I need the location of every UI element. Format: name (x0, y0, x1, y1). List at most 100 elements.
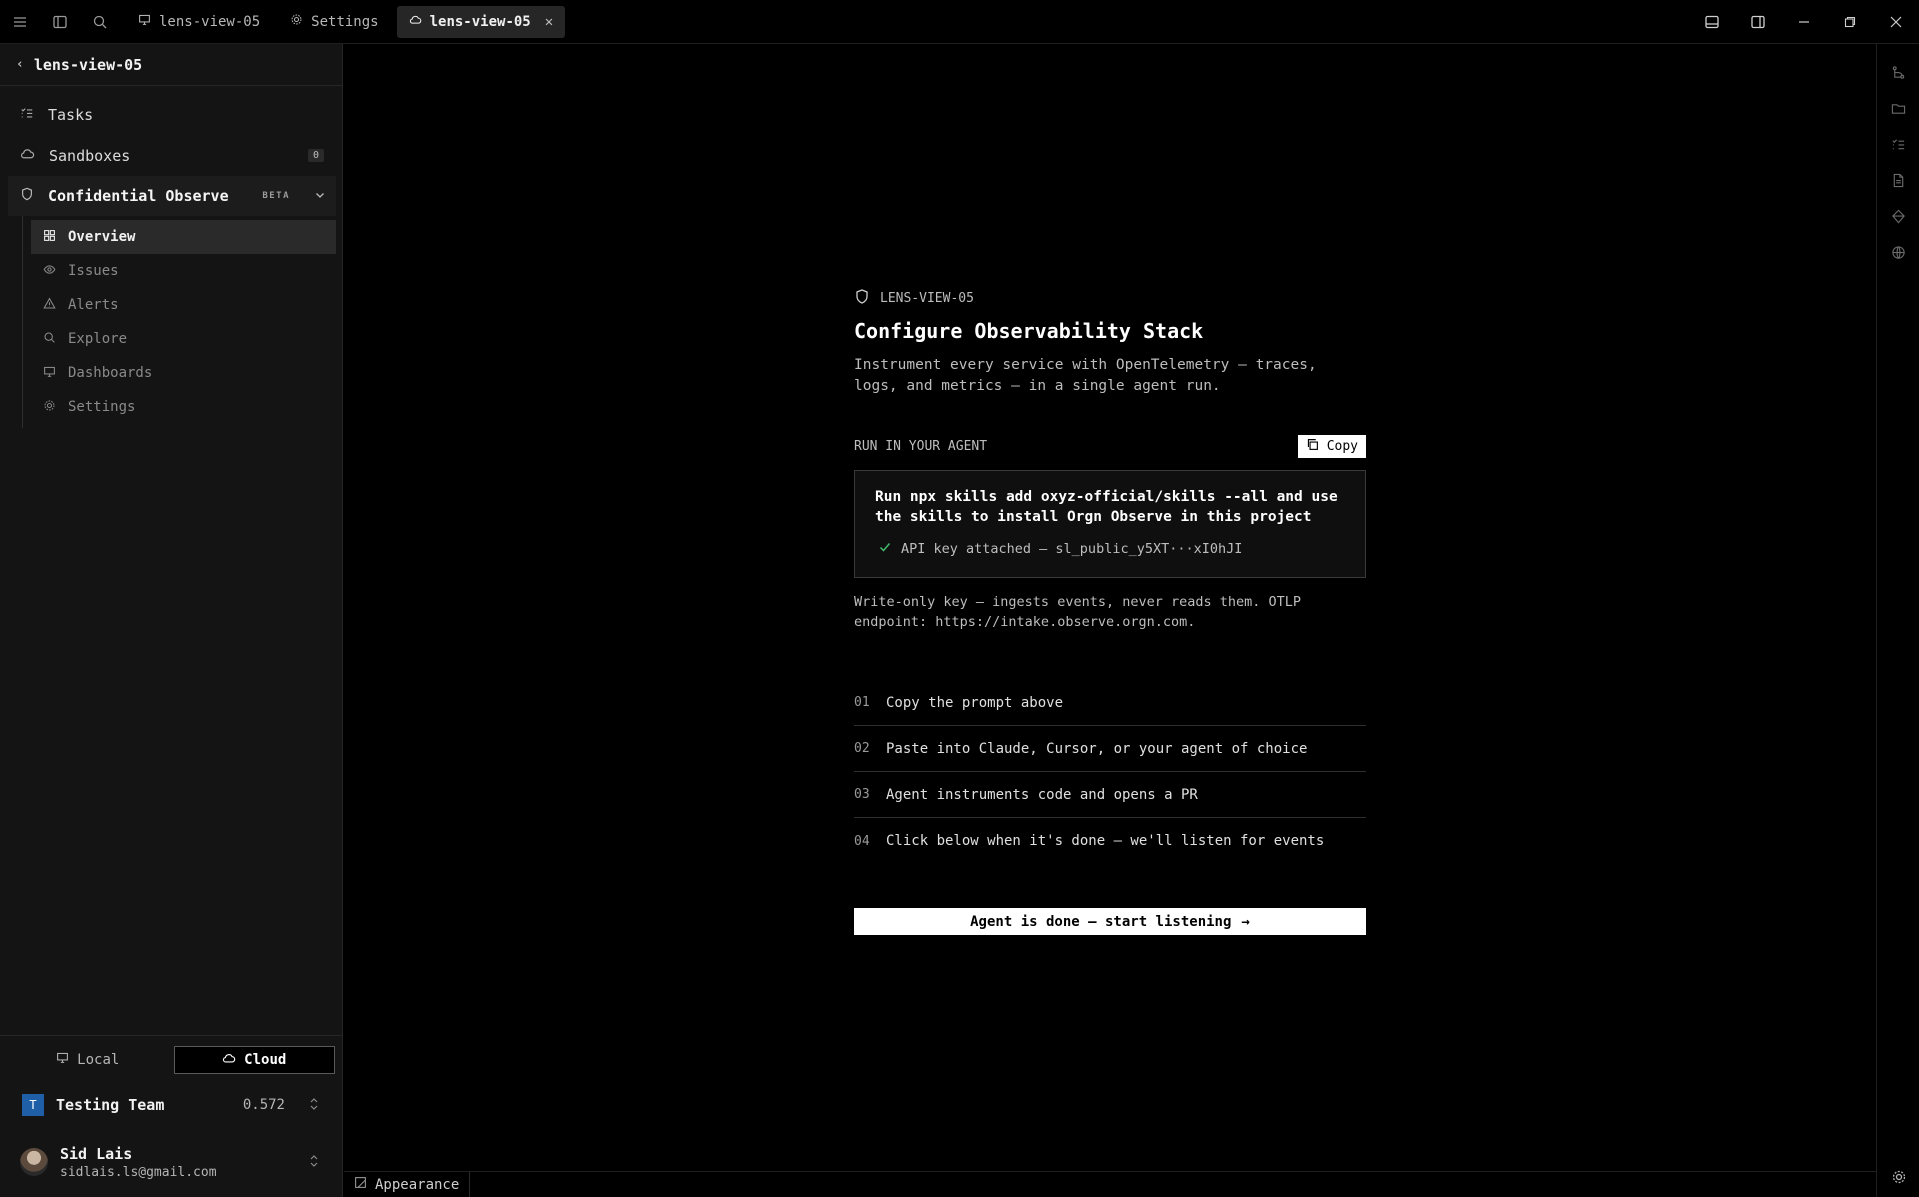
local-cloud-toggle: Local Cloud (0, 1035, 343, 1083)
chevron-left-icon[interactable]: ‹ (16, 57, 24, 72)
title-bar: lens-view-05 Settings lens-view-05 ✕ (0, 0, 1919, 44)
group-label: Confidential Observe (48, 187, 229, 205)
user-name: Sid Lais (60, 1144, 133, 1163)
sub-item-label: Overview (68, 229, 136, 245)
warning-icon (43, 297, 56, 314)
monitor-icon (56, 1051, 69, 1068)
sidebar: ‹ lens-view-05 Tasks Sandboxes 0 Confide… (0, 44, 343, 1197)
team-switcher[interactable]: T Testing Team 0.572 (0, 1083, 343, 1127)
sub-item-label: Dashboards (68, 365, 153, 381)
sidebar-back-header[interactable]: ‹ lens-view-05 (0, 44, 342, 86)
step-text: Paste into Claude, Cursor, or your agent… (886, 740, 1308, 757)
step-text: Agent instruments code and opens a PR (886, 786, 1198, 803)
gear-icon (290, 13, 303, 30)
agent-prompt-box[interactable]: Run npx skills add oxyz-official/skills … (854, 470, 1366, 578)
cloud-option[interactable]: Cloud (173, 1045, 335, 1074)
sidebar-item-dashboards[interactable]: Dashboards (31, 356, 336, 390)
sidebar-toggle-icon[interactable] (40, 0, 80, 44)
steps-list: 01 Copy the prompt above 02 Paste into C… (854, 680, 1366, 864)
list-item: 02 Paste into Claude, Cursor, or your ag… (854, 726, 1366, 772)
copy-button[interactable]: Copy (1297, 435, 1366, 458)
sub-item-label: Issues (68, 263, 119, 279)
bottom-panel-toggle-icon[interactable] (1689, 0, 1735, 44)
user-menu[interactable]: Sid Lais sidlais.ls@gmail.com (0, 1127, 343, 1197)
tab-lens-view-05-cloud[interactable]: lens-view-05 ✕ (396, 5, 566, 38)
local-label: Local (77, 1051, 120, 1068)
document-icon[interactable] (1877, 162, 1919, 198)
tab-label: lens-view-05 (429, 13, 531, 30)
cloud-icon (20, 146, 35, 165)
step-number: 01 (854, 695, 870, 710)
grid-icon (43, 229, 56, 246)
git-branch-icon[interactable] (1877, 54, 1919, 90)
team-value: 0.572 (242, 1097, 285, 1113)
restore-icon[interactable] (1827, 0, 1873, 44)
search-icon (43, 331, 56, 348)
project-eyebrow: LENS-VIEW-05 (880, 291, 974, 306)
observe-subnav: Overview Issues Alerts Explore Dashboard… (22, 216, 342, 428)
chevron-updown-icon[interactable] (309, 1097, 319, 1114)
list-item: 04 Click below when it's done — we'll li… (854, 818, 1366, 864)
appearance-button[interactable]: Appearance (344, 1171, 471, 1197)
sidebar-group-confidential-observe[interactable]: Confidential Observe BETA (8, 176, 336, 216)
tab-lens-view-05-local[interactable]: lens-view-05 (126, 6, 272, 38)
tab-label: Settings (311, 13, 379, 30)
appearance-label: Appearance (375, 1176, 460, 1193)
team-avatar: T (22, 1094, 44, 1116)
shield-icon (854, 288, 870, 309)
chevron-updown-icon[interactable] (309, 1154, 319, 1171)
close-window-icon[interactable] (1873, 0, 1919, 44)
sidebar-item-overview[interactable]: Overview (31, 220, 336, 254)
page-description: Instrument every service with OpenTeleme… (854, 357, 1317, 394)
run-in-agent-label: RUN IN YOUR AGENT (854, 439, 988, 454)
user-email: sidlais.ls@gmail.com (60, 1164, 217, 1180)
cloud-icon (222, 1051, 236, 1069)
copy-icon (1306, 438, 1319, 455)
sidebar-item-label: Tasks (48, 105, 94, 124)
tab-settings[interactable]: Settings (278, 6, 390, 38)
settings-gear-icon[interactable] (1877, 1159, 1919, 1195)
monitor-icon (43, 365, 56, 382)
tasks-icon[interactable] (1877, 126, 1919, 162)
sidebar-item-settings[interactable]: Settings (31, 390, 336, 424)
tasks-icon (20, 106, 34, 124)
observability-setup-panel: LENS-VIEW-05 Configure Observability Sta… (854, 288, 1366, 935)
sidebar-item-sandboxes[interactable]: Sandboxes 0 (0, 135, 342, 176)
arrow-right-icon: → (1241, 913, 1250, 930)
sidebar-item-alerts[interactable]: Alerts (31, 288, 336, 322)
step-number: 02 (854, 741, 870, 756)
page-title: Configure Observability Stack (854, 319, 1204, 343)
sandbox-count-badge: 0 (307, 149, 324, 162)
endpoint-note: Write-only key — ingests events, never r… (854, 594, 1302, 630)
close-icon[interactable]: ✕ (545, 14, 553, 30)
shield-icon (20, 187, 34, 205)
avatar (20, 1148, 48, 1176)
start-listening-button[interactable]: Agent is done — start listening → (854, 908, 1366, 935)
menu-icon[interactable] (0, 0, 40, 44)
sidebar-item-tasks[interactable]: Tasks (0, 94, 342, 135)
minimize-icon[interactable] (1781, 0, 1827, 44)
api-key-status: API key attached — sl_public_y5XT···xI0h… (901, 541, 1243, 557)
step-number: 03 (854, 787, 870, 802)
search-icon[interactable] (80, 0, 120, 44)
agent-prompt-text: Run npx skills add oxyz-official/skills … (875, 489, 1338, 525)
chevron-down-icon[interactable] (314, 187, 326, 205)
globe-icon[interactable] (1877, 234, 1919, 270)
list-item: 01 Copy the prompt above (854, 680, 1366, 726)
step-text: Copy the prompt above (886, 694, 1064, 711)
right-panel-toggle-icon[interactable] (1735, 0, 1781, 44)
folder-icon[interactable] (1877, 90, 1919, 126)
copy-label: Copy (1326, 439, 1358, 454)
sidebar-item-explore[interactable]: Explore (31, 322, 336, 356)
step-number: 04 (854, 833, 870, 849)
eye-icon (43, 263, 56, 280)
beta-badge: BETA (262, 191, 290, 201)
palette-icon (354, 1176, 367, 1193)
check-icon (879, 541, 891, 557)
step-text: Click below when it's done — we'll liste… (886, 833, 1325, 849)
sub-item-label: Settings (68, 399, 136, 415)
sidebar-item-issues[interactable]: Issues (31, 254, 336, 288)
local-option[interactable]: Local (8, 1046, 168, 1074)
status-bar: Appearance (344, 1171, 1876, 1197)
layers-icon[interactable] (1877, 198, 1919, 234)
